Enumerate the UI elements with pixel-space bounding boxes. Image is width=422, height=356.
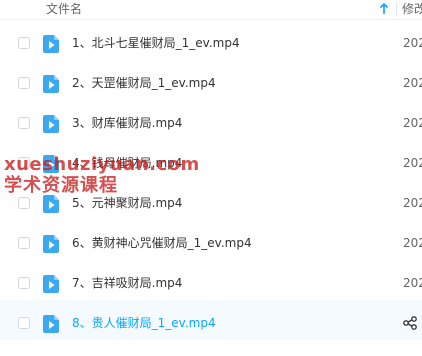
file-row[interactable]: 2、天罡催财局_1_ev.mp4 202 — [0, 60, 422, 100]
file-name[interactable]: 4、钱母催财局.mp4 — [72, 156, 182, 170]
column-header-filename[interactable]: 文件名 — [46, 1, 82, 17]
video-file-icon — [43, 75, 59, 93]
arrow-up-icon[interactable] — [378, 2, 390, 16]
row-checkbox[interactable] — [18, 237, 30, 249]
file-rows: 1、北斗七星催财局_1_ev.mp4 202 2、天罡催财局_1_ev.mp4 202… — [0, 20, 422, 340]
file-modified-date: 202 — [403, 36, 422, 50]
file-row[interactable]: 4、钱母催财局.mp4 202 — [0, 140, 422, 180]
row-checkbox[interactable] — [18, 77, 30, 89]
column-header-modified[interactable]: 修改 — [402, 1, 422, 17]
file-name[interactable]: 7、吉祥吸财局.mp4 — [72, 276, 182, 290]
row-checkbox[interactable] — [18, 37, 30, 49]
row-checkbox[interactable] — [18, 157, 30, 169]
file-row[interactable]: 8、贵人催财局_1_ev.mp4 — [0, 300, 422, 340]
column-divider[interactable] — [396, 2, 397, 16]
row-checkbox[interactable] — [18, 317, 30, 329]
share-icon[interactable] — [403, 316, 417, 330]
file-row[interactable]: 1、北斗七星催财局_1_ev.mp4 202 — [0, 20, 422, 60]
video-file-icon — [43, 115, 59, 133]
file-list-header: 文件名 修改 — [0, 0, 422, 20]
file-modified-date: 202 — [403, 236, 422, 250]
file-modified-date: 202 — [403, 276, 422, 290]
video-file-icon — [43, 275, 59, 293]
file-row[interactable]: 7、吉祥吸财局.mp4 202 — [0, 260, 422, 300]
file-modified-date: 202 — [403, 76, 422, 90]
file-name[interactable]: 5、元神聚财局.mp4 — [72, 196, 182, 210]
file-name[interactable]: 3、财库催财局.mp4 — [72, 116, 182, 130]
file-row[interactable]: 6、黄财神心咒催财局_1_ev.mp4 202 — [0, 220, 422, 260]
file-name[interactable]: 1、北斗七星催财局_1_ev.mp4 — [72, 36, 240, 50]
video-file-icon — [43, 155, 59, 173]
file-modified-date: 202 — [403, 196, 422, 210]
file-name[interactable]: 2、天罡催财局_1_ev.mp4 — [72, 76, 216, 90]
file-list-page: 文件名 修改 1、北斗七星催财局_1_ev.mp42022、天罡催财局_1_ev… — [0, 0, 422, 356]
video-file-icon — [43, 195, 59, 213]
file-name[interactable]: 8、贵人催财局_1_ev.mp4 — [72, 316, 216, 330]
row-checkbox[interactable] — [18, 277, 30, 289]
row-checkbox[interactable] — [18, 117, 30, 129]
video-file-icon — [43, 315, 59, 333]
file-row[interactable]: 3、财库催财局.mp4 202 — [0, 100, 422, 140]
file-row[interactable]: 5、元神聚财局.mp4 202 — [0, 180, 422, 220]
file-name[interactable]: 6、黄财神心咒催财局_1_ev.mp4 — [72, 236, 252, 250]
file-modified-date: 202 — [403, 116, 422, 130]
file-modified-date: 202 — [403, 156, 422, 170]
row-checkbox[interactable] — [18, 197, 30, 209]
video-file-icon — [43, 235, 59, 253]
video-file-icon — [43, 35, 59, 53]
